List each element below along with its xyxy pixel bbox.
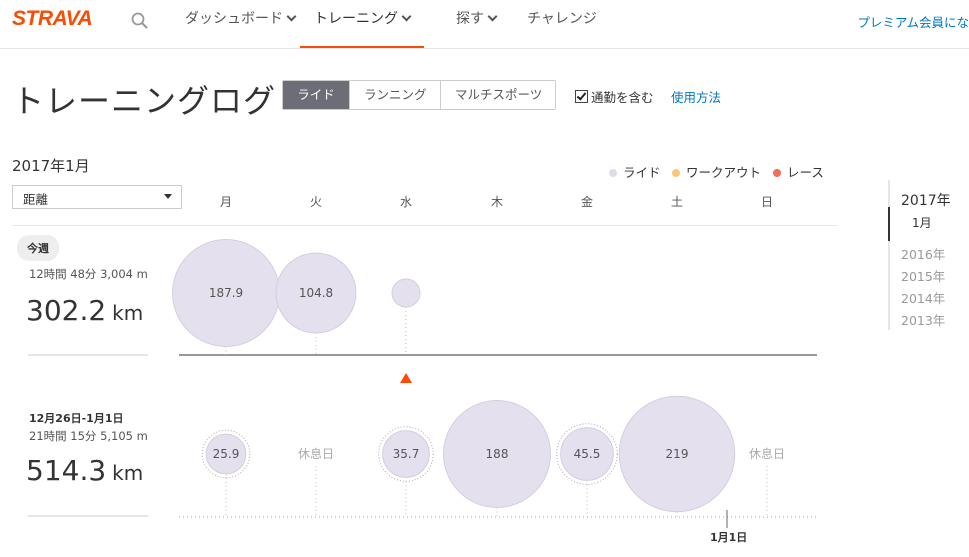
month-label: 2017年1月 xyxy=(12,157,90,175)
sidebar-year-active[interactable]: 2017年 xyxy=(901,190,951,210)
checkbox-checked-icon[interactable] xyxy=(575,90,588,103)
week-distance: 302.2 km xyxy=(26,294,143,327)
weekday-tue: 火 xyxy=(309,195,322,209)
bubble-value: 35.7 xyxy=(393,447,420,461)
weekday-sun: 日 xyxy=(760,195,773,209)
search-icon[interactable] xyxy=(130,11,150,31)
legend-dot-race xyxy=(773,169,781,177)
sport-tabs: ライド ランニング マルチスポーツ xyxy=(282,80,556,110)
week-distance: 514.3 km xyxy=(26,454,143,487)
metric-select-value: 距離 xyxy=(23,192,49,207)
tab-running[interactable]: ランニング xyxy=(349,81,440,109)
activity-bubble[interactable] xyxy=(391,278,421,308)
year-active-indicator xyxy=(888,207,890,241)
legend-race: レース xyxy=(773,162,824,181)
sidebar-year-2015[interactable]: 2015年 xyxy=(901,266,945,285)
week-stats: 21時間 15分 5,105 m xyxy=(29,429,148,443)
chevron-down-icon xyxy=(286,11,297,22)
premium-link[interactable]: プレミアム会員にな xyxy=(857,12,969,31)
commute-checkbox[interactable]: 通勤を含む xyxy=(575,87,654,106)
legend-ride: ライド xyxy=(609,162,661,181)
weekday-sat: 土 xyxy=(670,195,683,209)
nav-challenges-label: チャレンジ xyxy=(527,11,597,27)
nav-dashboard-label: ダッシュボード xyxy=(185,11,283,27)
bubble-value: 104.8 xyxy=(299,286,333,300)
today-marker-icon xyxy=(400,373,412,383)
nav-dashboard[interactable]: ダッシュボード xyxy=(185,0,297,48)
legend-race-label: レース xyxy=(787,165,824,180)
legend-workout: ワークアウト xyxy=(672,162,761,181)
nav-training[interactable]: トレーニング xyxy=(300,0,424,48)
bubble-value: 25.9 xyxy=(213,447,240,461)
weekday-wed: 水 xyxy=(399,195,412,209)
weekday-mon: 月 xyxy=(219,195,232,209)
commute-label: 通勤を含む xyxy=(591,90,654,105)
date-marker: 1月1日 xyxy=(710,531,748,544)
rest-day-label: 休息日 xyxy=(298,446,334,461)
year-sidebar: 2017年 1月 2016年 2015年 2014年 2013年 xyxy=(888,180,969,330)
week-summary-divider xyxy=(28,515,148,517)
nav-training-label: トレーニング xyxy=(314,11,398,27)
week-stats: 12時間 48分 3,004 m xyxy=(29,267,148,281)
sidebar-year-2016[interactable]: 2016年 xyxy=(901,244,945,263)
metric-select[interactable]: 距離 xyxy=(12,185,182,209)
week-range: 12月26日-1月1日 xyxy=(29,412,124,425)
sidebar-year-2014[interactable]: 2014年 xyxy=(901,288,945,307)
weekday-fri: 金 xyxy=(580,195,593,209)
week-distance-unit: km xyxy=(112,461,144,485)
nav-explore-label: 探す xyxy=(456,11,484,27)
week-distance-unit: km xyxy=(112,301,144,325)
legend-dot-ride xyxy=(609,169,617,177)
this-week-badge: 今週 xyxy=(17,235,59,261)
chevron-down-icon xyxy=(487,11,498,22)
bubble-value: 188 xyxy=(486,447,509,461)
top-nav: STRAVA ダッシュボード トレーニング 探す チャレンジ プレミアム会員にな xyxy=(0,0,969,49)
weekday-header-divider xyxy=(12,225,838,226)
tab-multisport[interactable]: マルチスポーツ xyxy=(440,81,555,109)
page-title: トレーニングログ xyxy=(12,82,277,120)
chevron-down-icon xyxy=(401,11,412,22)
weekday-thu: 木 xyxy=(490,195,503,209)
caret-down-icon xyxy=(164,194,172,199)
sidebar-year-2013[interactable]: 2013年 xyxy=(901,310,945,329)
help-link[interactable]: 使用方法 xyxy=(671,87,721,106)
week-distance-value: 514.3 xyxy=(26,454,107,487)
tab-ride[interactable]: ライド xyxy=(283,81,349,109)
strava-logo[interactable]: STRAVA xyxy=(12,7,93,31)
rest-day-label: 休息日 xyxy=(749,446,785,461)
week-distance-value: 302.2 xyxy=(26,294,107,327)
legend-workout-label: ワークアウト xyxy=(686,165,762,180)
sidebar-month-active[interactable]: 1月 xyxy=(912,214,932,231)
bubble-value: 219 xyxy=(666,447,689,461)
bubble-value: 187.9 xyxy=(209,286,243,300)
legend-dot-workout xyxy=(672,169,680,177)
nav-explore[interactable]: 探す xyxy=(456,0,498,48)
nav-challenges[interactable]: チャレンジ xyxy=(527,0,597,48)
week-summary-divider xyxy=(28,354,148,356)
legend-ride-label: ライド xyxy=(623,165,661,180)
bubble-value: 45.5 xyxy=(574,447,601,461)
